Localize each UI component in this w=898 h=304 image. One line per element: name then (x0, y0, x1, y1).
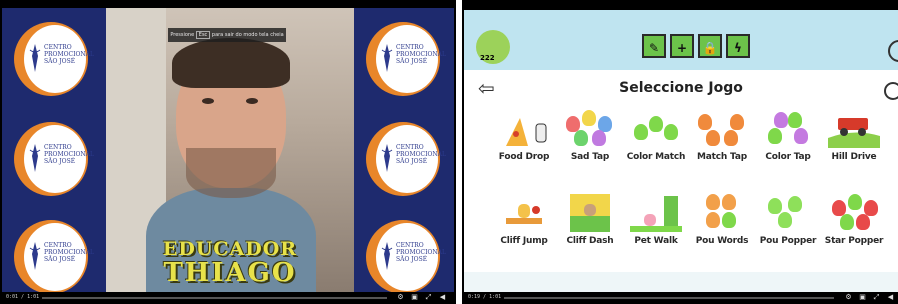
educator-title: EDUCADOR (162, 238, 298, 260)
logo-mark-icon (381, 144, 393, 172)
right-player-controls: 0:19 / 1:01 ⚙ ▣ ⤢ ◀ (462, 292, 898, 304)
centro-logo: CENTRO PROMOCIONAL SÃO JOSÉ (14, 122, 94, 196)
logo-text: CENTRO PROMOCIONAL SÃO JOSÉ (44, 242, 94, 263)
centro-logo: CENTRO PROMOCIONAL SÃO JOSÉ (14, 220, 94, 294)
brush-icon[interactable]: ✎ (642, 34, 666, 58)
close-icon[interactable] (884, 82, 898, 100)
star-popper-icon (828, 194, 880, 232)
centro-logo: CENTRO PROMOCIONAL SÃO JOSÉ (366, 122, 446, 196)
plus-icon[interactable]: + (670, 34, 694, 58)
logo-mark-icon (381, 242, 393, 270)
bolt-icon[interactable]: ϟ (726, 34, 750, 58)
right-logo-column: CENTRO PROMOCIONAL SÃO JOSÉ CENTRO PROMO… (354, 8, 454, 294)
progress-bar[interactable] (504, 297, 834, 299)
logo-text: CENTRO PROMOCIONAL SÃO JOSÉ (396, 44, 446, 65)
game-tile[interactable]: Food Drop (492, 110, 556, 166)
game-tile[interactable]: Pou Words (690, 194, 754, 250)
pou-popper-icon (762, 194, 814, 232)
game-tile[interactable]: Cliff Jump (492, 194, 556, 250)
food-drop-icon (506, 118, 547, 146)
logo-mark-icon (29, 242, 41, 270)
match-tap-icon (696, 110, 748, 148)
educator-name: THIAGO (163, 258, 297, 288)
left-video-player[interactable]: CENTRO PROMOCIONAL SÃO JOSÉ CENTRO PROMO… (0, 0, 456, 304)
volume-icon[interactable]: ◀ (438, 293, 447, 302)
miniplayer-icon[interactable]: ▣ (858, 293, 867, 302)
page-title: Seleccione Jogo (619, 80, 743, 96)
logo-text: CENTRO PROMOCIONAL SÃO JOSÉ (44, 44, 94, 65)
fullscreen-exit-hint: Pressione Esc para sair do modo tela che… (168, 28, 286, 42)
fullscreen-icon[interactable]: ⤢ (872, 293, 881, 302)
coin-count: 222 (480, 54, 495, 62)
centro-logo: CENTRO PROMOCIONAL SÃO JOSÉ (366, 22, 446, 96)
settings-icon[interactable]: ⚙ (396, 293, 405, 302)
game-tile[interactable]: Cliff Dash (558, 194, 622, 250)
pet-walk-icon (630, 196, 682, 232)
playback-time: 0:01 / 1:01 (6, 294, 40, 300)
speaker-hair (172, 38, 290, 88)
miniplayer-icon[interactable]: ▣ (410, 293, 419, 302)
playback-time: 0:19 / 1:01 (468, 294, 502, 300)
esc-key-label: Esc (195, 31, 211, 39)
centro-logo: CENTRO PROMOCIONAL SÃO JOSÉ (14, 22, 94, 96)
left-logo-column: CENTRO PROMOCIONAL SÃO JOSÉ CENTRO PROMO… (2, 8, 106, 294)
logo-text: CENTRO PROMOCIONAL SÃO JOSÉ (396, 242, 446, 263)
cliff-jump-icon (506, 204, 542, 224)
sad-tap-icon (564, 110, 616, 148)
volume-icon[interactable]: ◀ (886, 293, 895, 302)
lock-icon[interactable]: 🔒 (698, 34, 722, 58)
settings-icon[interactable]: ⚙ (844, 293, 853, 302)
progress-bar[interactable] (42, 297, 387, 299)
logo-text: CENTRO PROMOCIONAL SÃO JOSÉ (396, 144, 446, 165)
game-tile[interactable]: Pou Popper (756, 194, 820, 250)
color-tap-icon (762, 110, 814, 148)
hill-drive-icon (828, 118, 880, 148)
right-video-player[interactable]: 222 ✎ + 🔒 ϟ ⇦ Seleccione Jogo Food Drop … (462, 0, 898, 304)
pou-words-icon (696, 194, 748, 232)
logo-mark-icon (29, 44, 41, 72)
color-match-icon (630, 110, 682, 148)
logo-text: CENTRO PROMOCIONAL SÃO JOSÉ (44, 144, 94, 165)
pou-game-screen: 222 ✎ + 🔒 ϟ ⇦ Seleccione Jogo Food Drop … (464, 10, 898, 292)
game-tile[interactable]: Match Tap (690, 110, 754, 166)
eye (202, 98, 214, 104)
cliff-dash-icon (570, 194, 610, 232)
game-tile[interactable]: Color Match (624, 110, 688, 166)
logo-mark-icon (381, 44, 393, 72)
game-tile[interactable]: Star Popper (822, 194, 886, 250)
game-tile[interactable]: Hill Drive (822, 110, 886, 166)
fullscreen-icon[interactable]: ⤢ (424, 293, 433, 302)
eye (246, 98, 258, 104)
next-row-partial (464, 272, 898, 292)
game-tile[interactable]: Sad Tap (558, 110, 622, 166)
game-topbar: 222 ✎ + 🔒 ϟ (464, 10, 898, 70)
speaker-beard (186, 148, 276, 198)
game-tile[interactable]: Color Tap (756, 110, 820, 166)
centro-logo: CENTRO PROMOCIONAL SÃO JOSÉ (366, 220, 446, 294)
left-player-controls: 0:01 / 1:01 ⚙ ▣ ⤢ ◀ (0, 292, 456, 304)
game-tile[interactable]: Pet Walk (624, 194, 688, 250)
gear-icon[interactable] (888, 40, 898, 62)
logo-mark-icon (29, 144, 41, 172)
